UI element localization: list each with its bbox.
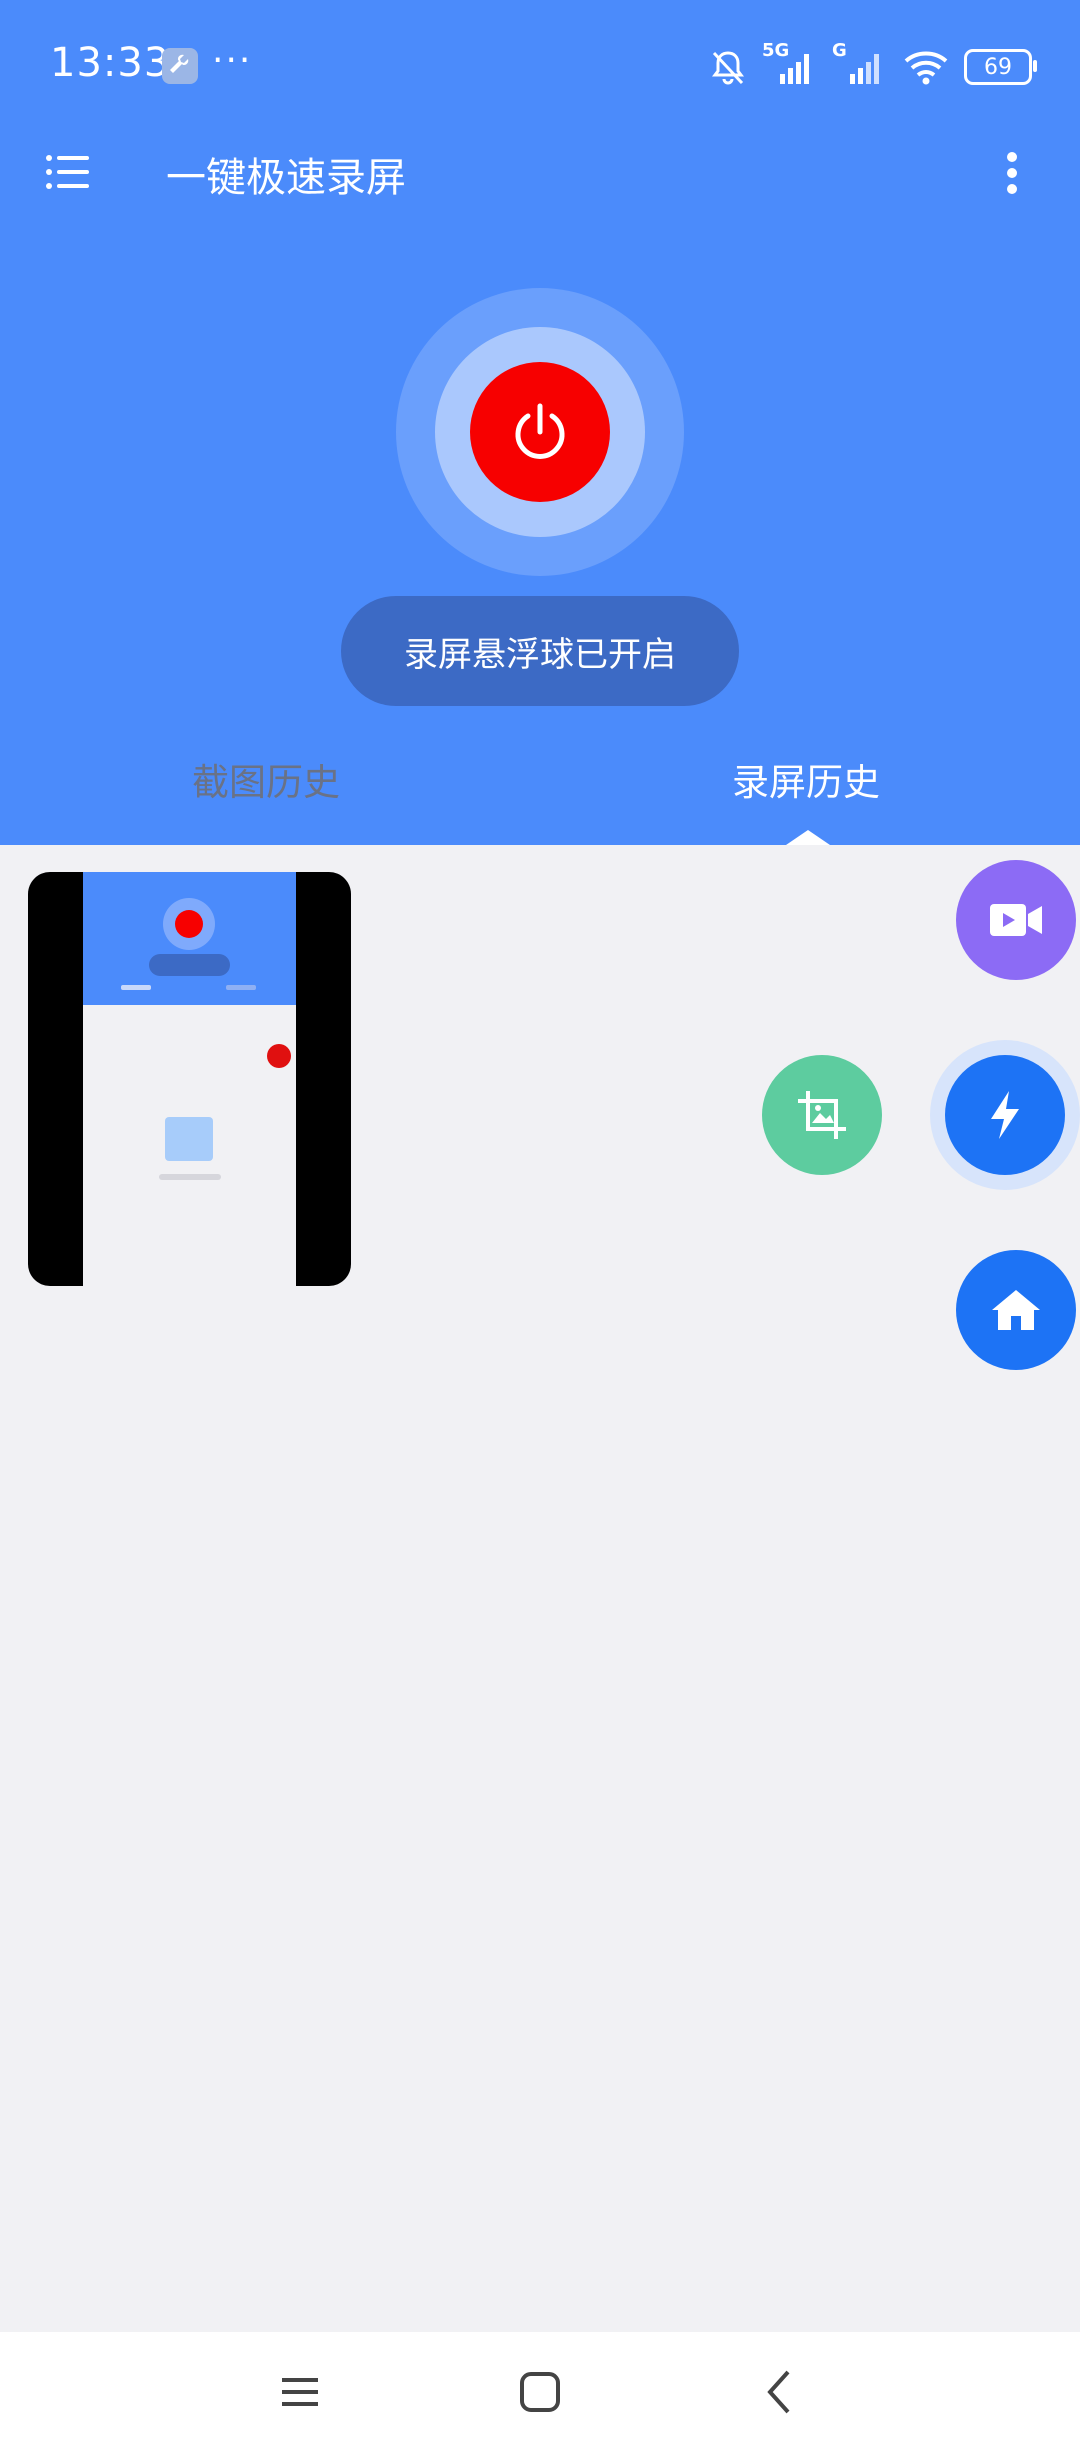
wifi-icon (904, 51, 948, 85)
tab-indicator (786, 830, 830, 845)
wrench-icon (162, 48, 198, 84)
status-overflow-dots: ··· (212, 40, 253, 81)
floating-ball-status[interactable]: 录屏悬浮球已开启 (341, 596, 739, 706)
home-fab[interactable] (956, 1250, 1076, 1370)
tab-screenshot-history[interactable]: 截图历史 (192, 752, 340, 806)
battery-indicator: 69 (964, 49, 1037, 85)
power-icon (515, 403, 565, 459)
screenshot-fab[interactable] (762, 1055, 882, 1175)
video-camera-icon (990, 904, 1042, 936)
crop-image-icon (798, 1091, 846, 1139)
thumbnail-preview (83, 872, 296, 1286)
app-header: 13:33 ··· 5G G 69 一键极速录屏 录屏悬浮球已开启 截图历史 录… (0, 0, 1080, 845)
tab-recording-history[interactable]: 录屏历史 (732, 752, 880, 806)
back-nav-button[interactable] (750, 2362, 810, 2422)
status-time: 13:33 (50, 40, 171, 86)
home-icon (992, 1290, 1040, 1330)
menu-icon[interactable] (44, 148, 92, 196)
record-power-button[interactable] (470, 362, 610, 502)
floating-ball-status-text: 录屏悬浮球已开启 (404, 634, 676, 675)
lightning-icon (991, 1091, 1019, 1139)
quick-record-fab[interactable] (945, 1055, 1065, 1175)
recording-thumbnail[interactable] (28, 872, 351, 1286)
recents-nav-button[interactable] (270, 2362, 330, 2422)
cell-signal-g-icon: G (832, 40, 888, 90)
status-icons: 5G G 69 (708, 40, 1037, 90)
home-nav-button[interactable] (510, 2362, 570, 2422)
more-vertical-icon[interactable] (1000, 148, 1024, 198)
video-record-fab[interactable] (956, 860, 1076, 980)
cell-signal-5g-icon: 5G (762, 40, 818, 90)
page-title: 一键极速录屏 (166, 155, 406, 201)
bell-off-icon (712, 51, 744, 85)
system-nav-bar (0, 2332, 1080, 2460)
status-bar: 13:33 ··· 5G G 69 (0, 0, 1080, 135)
